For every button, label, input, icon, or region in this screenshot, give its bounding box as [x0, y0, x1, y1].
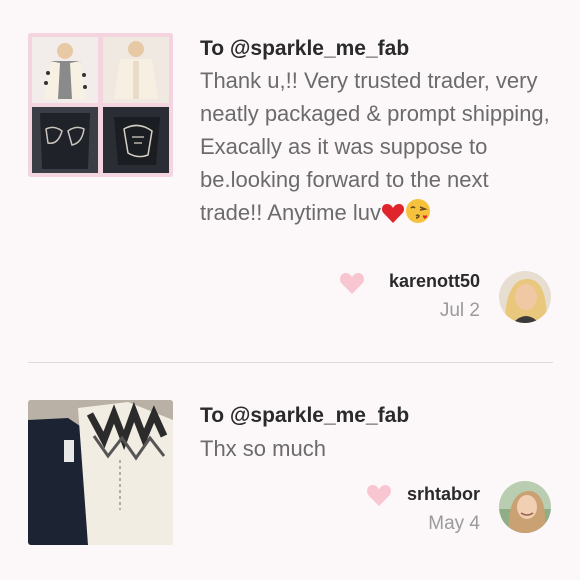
feedback-list: To @sparkle_me_fab Thank u,!! Very trust…: [0, 0, 580, 580]
feedback-card: To @sparkle_me_fab Thank u,!! Very trust…: [0, 0, 580, 362]
like-heart-icon[interactable]: [339, 271, 364, 294]
reviewer-username[interactable]: karenott50: [389, 271, 480, 292]
avatar[interactable]: [499, 271, 551, 323]
like-heart-icon[interactable]: [366, 483, 391, 506]
kissing-face-icon: [405, 198, 431, 233]
heart-emoji-icon: [381, 200, 405, 233]
feedback-date: Jul 2: [439, 300, 480, 321]
recipient-line[interactable]: To @sparkle_me_fab: [200, 404, 409, 428]
message-text: Thank u,!! Very trusted trader, very nea…: [200, 68, 550, 225]
reviewer-username[interactable]: srhtabor: [407, 484, 480, 505]
message-text: Thx so much: [200, 436, 326, 461]
feedback-message: Thx so much: [200, 432, 555, 465]
feedback-card: To @sparkle_me_fab Thx so much srhtabor …: [0, 363, 580, 580]
avatar[interactable]: [499, 481, 551, 533]
listing-thumbnail[interactable]: [28, 400, 173, 545]
feedback-message: Thank u,!! Very trusted trader, very nea…: [200, 64, 555, 233]
recipient-line[interactable]: To @sparkle_me_fab: [200, 37, 409, 61]
feedback-date: May 4: [428, 513, 480, 534]
listing-thumbnail[interactable]: [28, 33, 173, 177]
